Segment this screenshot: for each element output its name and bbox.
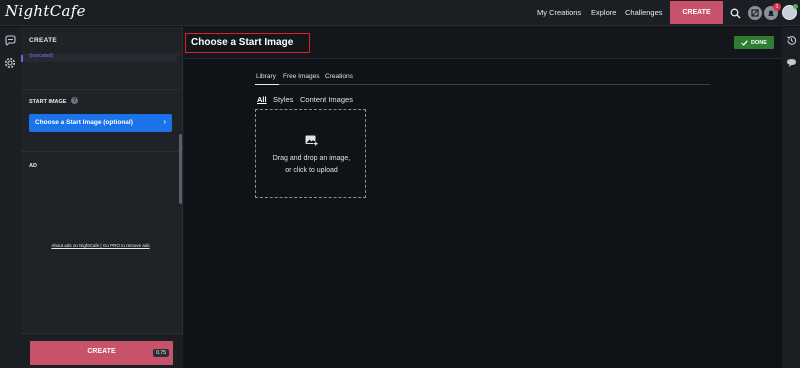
chat-bubble-icon[interactable] <box>784 56 798 70</box>
done-label: DONE <box>751 39 767 46</box>
add-image-icon <box>305 135 318 146</box>
create-submit-button[interactable]: CREATE 0.75 <box>30 341 173 365</box>
ad-info-link[interactable]: About ads on NightCafe | Go PRO to remov… <box>29 243 172 248</box>
choose-start-image-button[interactable]: Choose a Start Image (optional) › <box>29 114 172 132</box>
subtab-styles[interactable]: Styles <box>273 95 293 104</box>
check-icon <box>741 39 748 46</box>
sidebar-title: CREATE <box>29 37 58 44</box>
notification-badge: 1 <box>773 3 781 11</box>
create-submit-label: CREATE <box>87 348 116 355</box>
subtab-all[interactable]: All <box>257 95 267 104</box>
nightcafe-logo[interactable]: NightCafe <box>5 2 86 20</box>
ad-label: AD <box>29 163 37 169</box>
chevron-right-icon: › <box>163 117 166 126</box>
active-tab-indicator <box>255 84 279 85</box>
search-icon[interactable] <box>728 6 742 20</box>
start-image-label: START IMAGE <box>29 99 67 105</box>
page-title: Choose a Start Image <box>185 33 310 53</box>
sidebar-scrollbar[interactable] <box>179 134 182 204</box>
create-sidebar: CREATE (truncated) START IMAGE Choose a … <box>21 27 183 368</box>
dropzone-text-line1: Drag and drop an image, <box>272 155 351 162</box>
nav-my-creations[interactable]: My Creations <box>537 8 581 17</box>
tab-creations[interactable]: Creations <box>325 73 353 80</box>
source-tabs <box>255 71 710 85</box>
upload-dropzone[interactable]: Drag and drop an image, or click to uplo… <box>255 109 366 198</box>
nav-challenges[interactable]: Challenges <box>625 8 663 17</box>
online-status-dot <box>793 4 798 9</box>
history-icon[interactable] <box>784 33 798 47</box>
nav-explore[interactable]: Explore <box>591 8 616 17</box>
selected-option-strip[interactable]: (truncated) <box>21 53 177 62</box>
credit-cost-badge: 0.75 <box>153 349 169 357</box>
nav-create-button[interactable]: CREATE <box>670 1 723 24</box>
right-icon-rail <box>782 27 800 368</box>
create-brain-icon[interactable] <box>3 33 17 47</box>
tab-library[interactable]: Library <box>256 73 276 80</box>
help-icon[interactable]: ? <box>71 97 78 104</box>
selected-option-text: (truncated) <box>29 53 54 59</box>
settings-gear-icon[interactable] <box>3 56 17 70</box>
sidebar-header: CREATE <box>21 27 183 55</box>
token-icon[interactable] <box>748 6 762 20</box>
ad-section: AD <box>21 151 181 331</box>
choose-start-image-label: Choose a Start Image (optional) <box>35 119 133 126</box>
tab-free-images[interactable]: Free Images <box>283 73 320 80</box>
subtab-content-images[interactable]: Content Images <box>300 95 353 104</box>
left-icon-rail <box>0 27 21 368</box>
dropzone-text-line2: or click to upload <box>285 167 338 174</box>
done-button[interactable]: DONE <box>734 36 774 49</box>
